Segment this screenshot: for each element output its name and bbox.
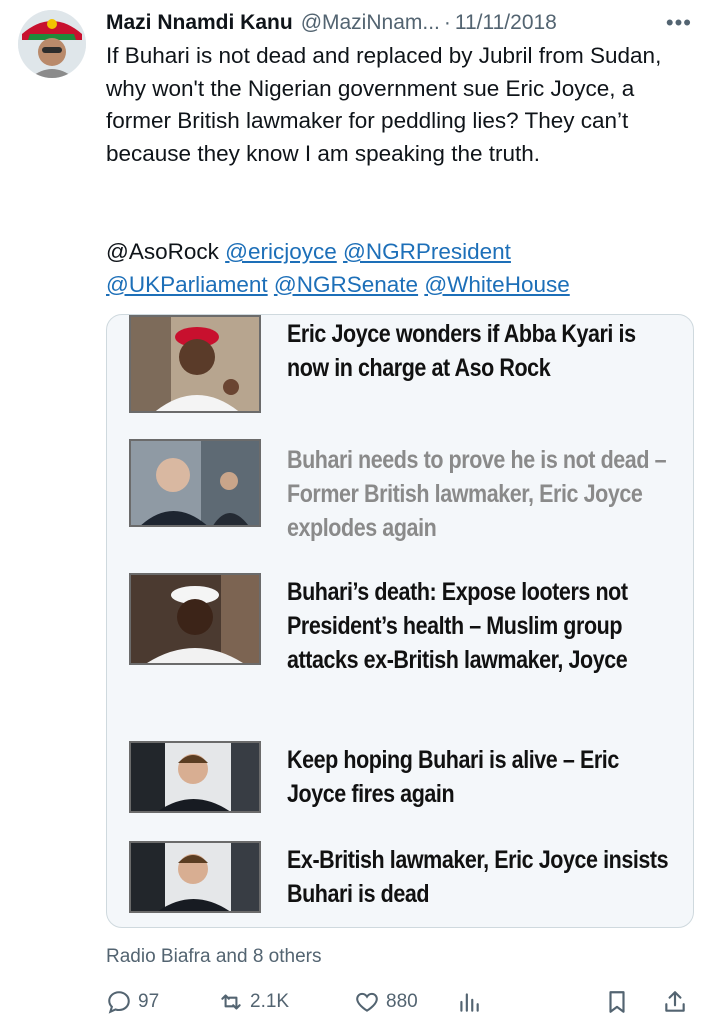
- mention-asorock[interactable]: @AsoRock: [106, 239, 219, 264]
- bookmark-icon: [609, 991, 625, 1013]
- news-headline: Buhari needs to prove he is not dead – F…: [287, 446, 667, 542]
- news-thumbnail: [129, 741, 261, 813]
- news-headline: Eric Joyce wonders if Abba Kyari is now …: [287, 320, 636, 382]
- reply-icon: [108, 991, 130, 1014]
- share-button[interactable]: [662, 984, 694, 1020]
- author-handle[interactable]: @MaziNnam...: [301, 11, 440, 35]
- share-icon: [665, 991, 685, 1012]
- reply-count: 97: [138, 991, 160, 1012]
- repost-icon: [221, 994, 241, 1010]
- views-icon: [460, 993, 479, 1012]
- repost-button[interactable]: 2.1K: [218, 984, 289, 1020]
- more-options-icon[interactable]: •••: [666, 10, 692, 36]
- tweet-text: If Buhari is not dead and replaced by Ju…: [106, 43, 662, 166]
- like-count: 880: [386, 991, 418, 1012]
- mention-ericjoyce[interactable]: @ericjoyce: [225, 239, 337, 264]
- social-context[interactable]: Radio Biafra and 8 others: [106, 946, 321, 968]
- views-button[interactable]: [456, 984, 488, 1020]
- news-thumbnail: [129, 439, 261, 527]
- separator-dot: ·: [443, 11, 451, 34]
- mention-ngrpresident[interactable]: @NGRPresident: [343, 239, 511, 264]
- repost-count: 2.1K: [250, 991, 290, 1012]
- reply-button[interactable]: 97: [106, 984, 159, 1020]
- like-button[interactable]: 880: [354, 984, 418, 1020]
- mention-whitehouse[interactable]: @WhiteHouse: [424, 272, 569, 297]
- mention-ngrsenate[interactable]: @NGRSenate: [274, 272, 418, 297]
- attached-image[interactable]: Eric Joyce wonders if Abba Kyari is now …: [106, 314, 694, 928]
- avatar[interactable]: [18, 10, 86, 78]
- news-thumbnail: [129, 315, 261, 413]
- mention-ukparliament[interactable]: @UKParliament: [106, 272, 268, 297]
- tweet-header: Mazi Nnamdi Kanu @MaziNnam... · 11/11/20…: [106, 8, 696, 38]
- tweet-date[interactable]: 11/11/2018: [455, 11, 557, 35]
- action-bar: 97 2.1K 880: [106, 984, 696, 1020]
- news-thumbnail: [129, 573, 261, 665]
- news-headline: Ex-British lawmaker, Eric Joyce insists …: [287, 846, 669, 908]
- news-headline: Keep hoping Buhari is alive – Eric Joyce…: [287, 746, 619, 808]
- like-icon: [356, 992, 378, 1012]
- news-headline: Buhari’s death: Expose looters not Presi…: [287, 578, 628, 674]
- news-thumbnail: [129, 841, 261, 913]
- author-name[interactable]: Mazi Nnamdi Kanu: [106, 11, 293, 35]
- tweet-mentions: @AsoRock @ericjoyce @NGRPresident @UKPar…: [106, 236, 698, 301]
- bookmark-button[interactable]: [604, 984, 636, 1020]
